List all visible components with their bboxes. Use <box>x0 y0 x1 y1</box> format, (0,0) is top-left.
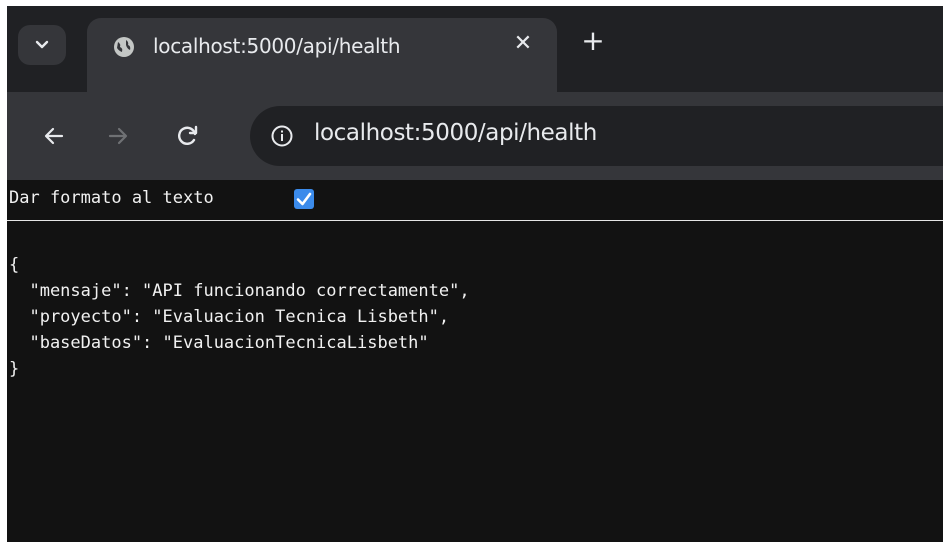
tab-strip: localhost:5000/api/health ✕ + <box>7 6 943 92</box>
tab-title: localhost:5000/api/health <box>153 34 401 58</box>
json-line: "proyecto": "Evaluacion Tecnica Lisbeth"… <box>9 307 450 327</box>
globe-icon <box>114 37 134 57</box>
address-bar[interactable]: localhost:5000/api/health <box>250 106 943 166</box>
browser-window: localhost:5000/api/health ✕ + localhost:… <box>7 6 943 542</box>
json-line: { <box>9 255 20 275</box>
reload-icon[interactable] <box>174 122 202 150</box>
plus-icon[interactable]: + <box>580 27 606 55</box>
forward-arrow-icon[interactable] <box>104 122 132 150</box>
json-line: } <box>9 359 20 379</box>
json-output: { "mensaje": "API funcionando correctame… <box>9 252 470 382</box>
page-content: Dar formato al texto { "mensaje": "API f… <box>7 180 943 542</box>
close-icon[interactable]: ✕ <box>511 32 535 56</box>
pretty-print-bar: Dar formato al texto <box>7 180 943 221</box>
info-icon[interactable] <box>270 124 294 148</box>
json-line: "baseDatos": "EvaluacionTecnicaLisbeth" <box>9 333 429 353</box>
pretty-print-label: Dar formato al texto <box>9 188 214 208</box>
chevron-down-icon <box>35 40 49 49</box>
tab-search-button[interactable] <box>18 25 66 65</box>
back-arrow-icon[interactable] <box>40 122 68 150</box>
url-text[interactable]: localhost:5000/api/health <box>314 120 597 146</box>
toolbar: localhost:5000/api/health <box>7 92 943 180</box>
browser-tab[interactable]: localhost:5000/api/health ✕ <box>87 18 557 92</box>
checkmark-icon <box>296 192 312 206</box>
pretty-print-checkbox[interactable] <box>294 189 314 209</box>
json-line: "mensaje": "API funcionando correctament… <box>9 281 470 301</box>
